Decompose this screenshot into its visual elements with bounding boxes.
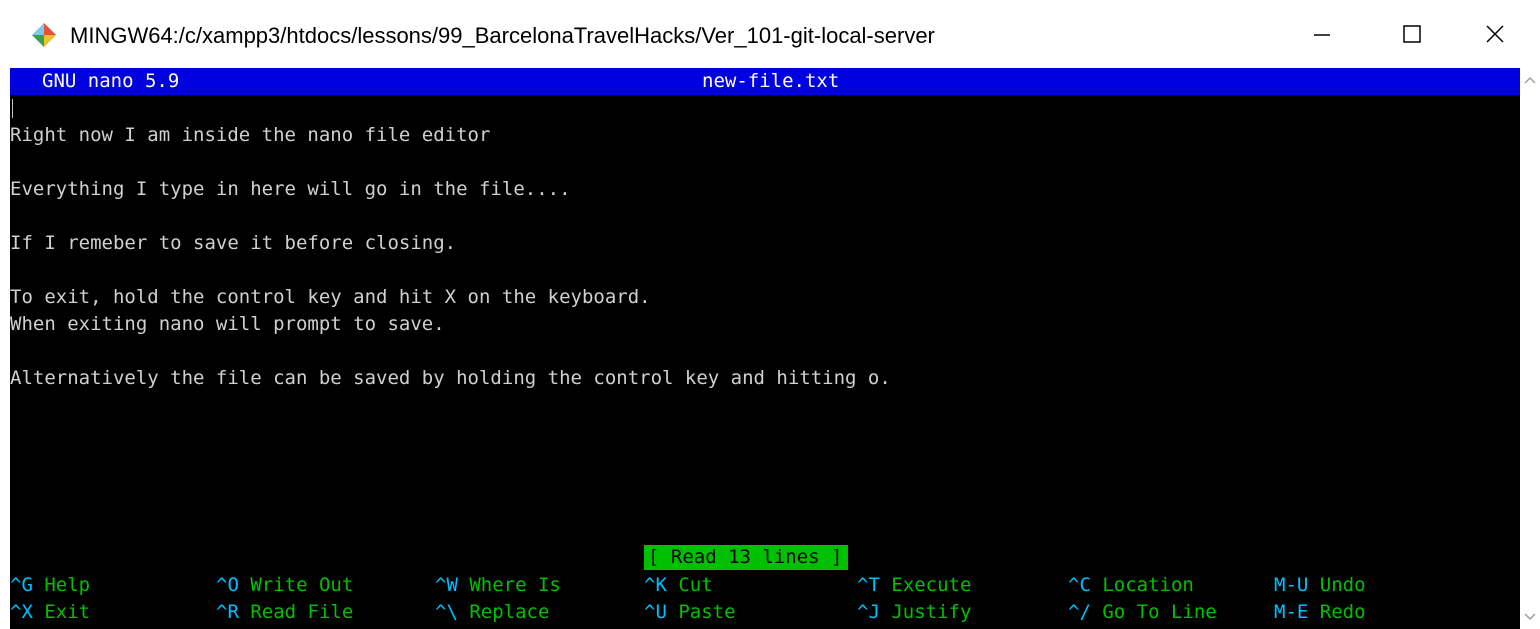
title-bar[interactable]: MINGW64:/c/xampp3/htdocs/lessons/99_Barc… <box>0 0 1540 68</box>
window-title: MINGW64:/c/xampp3/htdocs/lessons/99_Barc… <box>70 23 935 48</box>
shortcut-help: ^G Help <box>10 572 90 599</box>
shortcut-label: Redo <box>1319 601 1366 623</box>
file-line[interactable]: To exit, hold the control key and hit X … <box>10 284 1520 311</box>
file-line[interactable] <box>10 257 1520 284</box>
shortcut-key: ^\ <box>435 601 458 623</box>
shortcut-justify: ^J Justify <box>857 599 971 626</box>
shortcut-label: Help <box>44 574 91 596</box>
shortcut-label: Where Is <box>469 574 561 596</box>
shortcut-label: Location <box>1102 574 1194 596</box>
minimize-button[interactable] <box>1277 0 1367 68</box>
shortcut-label: Read File <box>250 601 354 623</box>
maximize-button[interactable] <box>1367 0 1457 68</box>
nano-filename: new-file.txt <box>702 70 840 92</box>
shortcut-where-is: ^W Where Is <box>435 572 561 599</box>
file-line[interactable]: Everything I type in here will go in the… <box>10 176 1520 203</box>
shortcut-execute: ^T Execute <box>857 572 971 599</box>
nano-version: GNU nano 5.9 <box>42 70 180 92</box>
shortcut-key: ^U <box>644 601 667 623</box>
maximize-icon <box>1403 25 1421 43</box>
shortcut-label: Paste <box>678 601 736 623</box>
scroll-up-button[interactable] <box>1520 70 1540 90</box>
close-button[interactable] <box>1450 0 1540 68</box>
shortcut-label: Execute <box>891 574 972 596</box>
shortcut-label: Undo <box>1319 574 1366 596</box>
shortcut-key: ^G <box>10 574 33 596</box>
nano-header: GNU nano 5.9 new-file.txt <box>10 68 1520 95</box>
shortcut-write-out: ^O Write Out <box>216 572 353 599</box>
file-line[interactable] <box>10 203 1520 230</box>
shortcut-cut: ^K Cut <box>644 572 713 599</box>
shortcut-undo: M-U Undo <box>1274 572 1366 599</box>
chevron-up-icon <box>1524 76 1536 84</box>
chevron-down-icon <box>1524 613 1536 621</box>
shortcut-label: Go To Line <box>1102 601 1217 623</box>
shortcut-go-to-line: ^/ Go To Line <box>1068 599 1217 626</box>
shortcut-label: Write Out <box>250 574 354 596</box>
shortcut-key: ^C <box>1068 574 1091 596</box>
shortcut-location: ^C Location <box>1068 572 1194 599</box>
minimize-icon <box>1314 34 1330 36</box>
shortcut-label: Cut <box>678 574 713 596</box>
shortcut-key: ^W <box>435 574 458 596</box>
shortcut-key: M-U <box>1274 574 1309 596</box>
terminal-window: MINGW64:/c/xampp3/htdocs/lessons/99_Barc… <box>0 0 1540 629</box>
shortcut-key: ^J <box>857 601 880 623</box>
file-line[interactable]: When exiting nano will prompt to save. <box>10 311 1520 338</box>
shortcut-key: ^O <box>216 574 239 596</box>
shortcut-key: ^K <box>644 574 667 596</box>
shortcut-exit: ^X Exit <box>10 599 90 626</box>
shortcut-key: ^/ <box>1068 601 1091 623</box>
close-icon <box>1486 25 1504 43</box>
file-line[interactable]: If I remeber to save it before closing. <box>10 230 1520 257</box>
shortcut-read-file: ^R Read File <box>216 599 353 626</box>
terminal-area[interactable]: GNU nano 5.9 new-file.txt Right now I am… <box>10 68 1520 629</box>
shortcut-key: M-E <box>1274 601 1309 623</box>
shortcut-key: ^R <box>216 601 239 623</box>
shortcut-key: ^X <box>10 601 33 623</box>
shortcut-label: Justify <box>891 601 972 623</box>
shortcut-paste: ^U Paste <box>644 599 736 626</box>
file-line[interactable] <box>10 95 1520 122</box>
shortcut-redo: M-E Redo <box>1274 599 1366 626</box>
shortcut-label: Replace <box>469 601 550 623</box>
git-bash-icon <box>32 23 56 47</box>
file-line[interactable]: Right now I am inside the nano file edit… <box>10 122 1520 149</box>
shortcut-key: ^T <box>857 574 880 596</box>
status-message: [ Read 13 lines ] <box>644 545 849 570</box>
file-line[interactable] <box>10 149 1520 176</box>
shortcut-label: Exit <box>44 601 91 623</box>
file-line[interactable] <box>10 338 1520 365</box>
vertical-scrollbar[interactable] <box>1520 68 1540 629</box>
shortcut-replace: ^\ Replace <box>435 599 549 626</box>
scroll-down-button[interactable] <box>1520 607 1540 627</box>
file-line[interactable]: Alternatively the file can be saved by h… <box>10 365 1520 392</box>
